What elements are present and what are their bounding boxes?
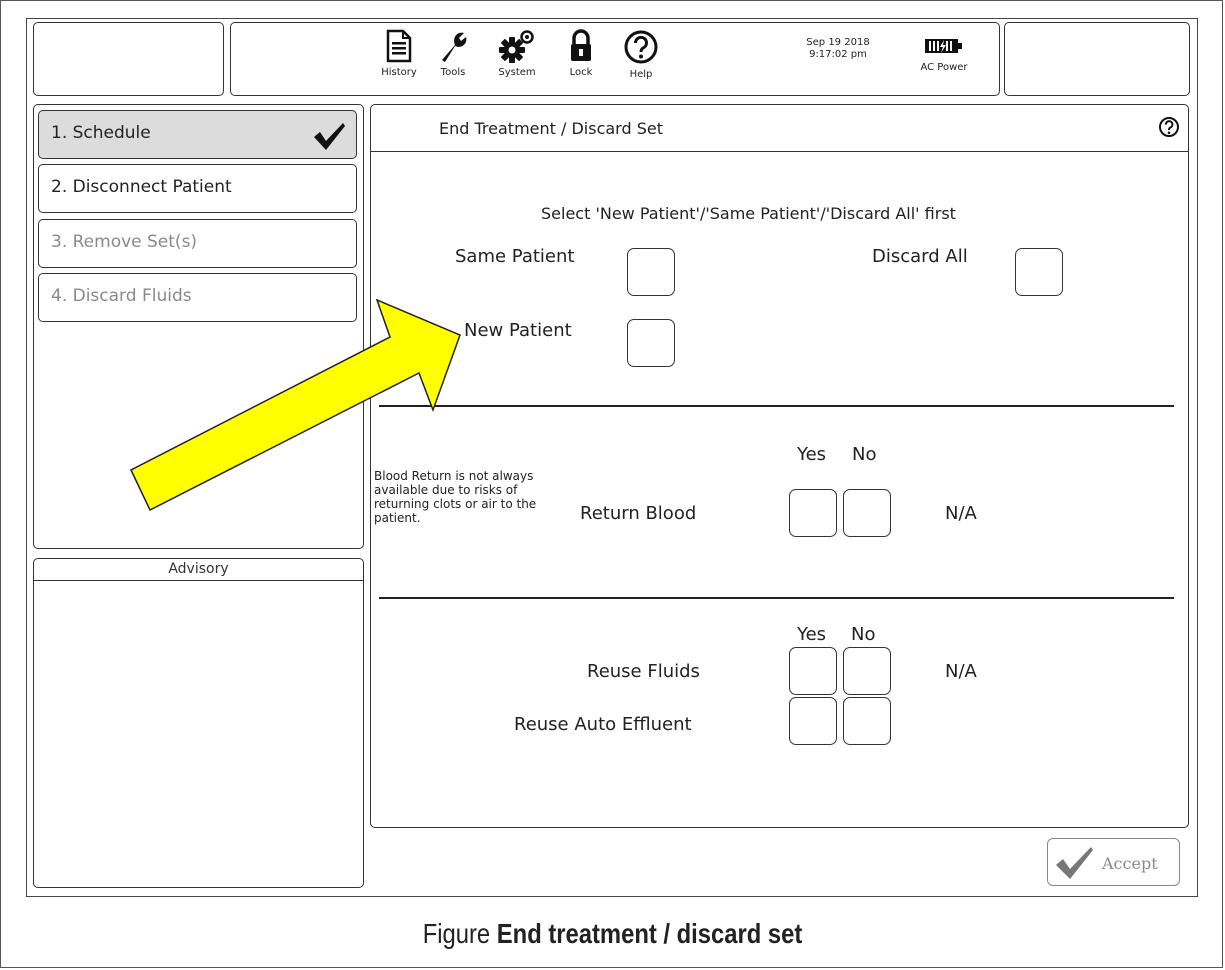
blood-no-label: No xyxy=(852,444,877,465)
fluids-yes-label: Yes xyxy=(797,624,827,645)
reuse-auto-effluent-no-checkbox[interactable] xyxy=(843,697,891,745)
reuse-auto-effluent-label: Reuse Auto Effluent xyxy=(514,714,692,735)
top-right-blank-panel xyxy=(1004,22,1190,96)
top-left-blank-panel xyxy=(33,22,224,96)
caption-title: End treatment / discard set xyxy=(496,918,803,949)
accept-button[interactable]: Accept xyxy=(1047,838,1180,886)
system-button[interactable]: System xyxy=(489,29,545,78)
section-divider-1 xyxy=(379,405,1174,407)
discard-all-label: Discard All xyxy=(872,246,968,267)
reuse-fluids-yes-checkbox[interactable] xyxy=(789,647,837,695)
gears-icon xyxy=(499,30,534,63)
step-remove-sets-label: 3. Remove Set(s) xyxy=(51,232,198,252)
battery-plug-icon xyxy=(925,39,962,53)
time-text: 9:17:02 pm xyxy=(809,49,867,60)
return-blood-na: N/A xyxy=(945,503,977,524)
new-patient-checkbox[interactable] xyxy=(627,319,675,367)
tools-button[interactable]: Tools xyxy=(425,29,481,78)
date-text: Sep 19 2018 xyxy=(806,37,870,48)
reuse-fluids-label: Reuse Fluids xyxy=(587,661,700,682)
page-title: End Treatment / Discard Set xyxy=(439,119,663,138)
step-discard-fluids-label: 4. Discard Fluids xyxy=(51,286,192,306)
figure-caption: Figure End treatment / discard set xyxy=(92,918,1133,950)
wrench-icon xyxy=(442,32,467,62)
toolbar: History Tools System Lock Help Sep 19 20… xyxy=(230,22,1000,96)
section-divider-2 xyxy=(379,597,1174,599)
help-label: Help xyxy=(629,69,653,80)
history-button[interactable]: History xyxy=(371,29,427,78)
power-label: AC Power xyxy=(920,62,968,73)
blood-yes-label: Yes xyxy=(797,444,827,465)
date-time: Sep 19 2018 9:17:02 pm xyxy=(803,37,873,61)
accept-label: Accept xyxy=(1102,854,1158,873)
blood-return-note: Blood Return is not always available due… xyxy=(374,469,537,525)
step-schedule-label: 1. Schedule xyxy=(51,123,151,143)
return-blood-yes-checkbox[interactable] xyxy=(789,489,837,537)
system-label: System xyxy=(498,67,536,78)
reuse-auto-effluent-yes-checkbox[interactable] xyxy=(789,697,837,745)
step-discard-fluids[interactable]: 4. Discard Fluids xyxy=(38,273,357,322)
step-remove-sets[interactable]: 3. Remove Set(s) xyxy=(38,219,357,268)
reuse-fluids-na: N/A xyxy=(945,661,977,682)
step-disconnect-patient-label: 2. Disconnect Patient xyxy=(51,177,232,197)
step-disconnect-patient[interactable]: 2. Disconnect Patient xyxy=(38,164,357,213)
checkmark-icon xyxy=(314,123,345,150)
lock-icon xyxy=(571,29,591,61)
advisory-title: Advisory xyxy=(34,559,363,581)
caption-prefix: Figure xyxy=(422,918,491,949)
new-patient-label: New Patient xyxy=(464,320,572,341)
tools-label: Tools xyxy=(440,67,466,78)
same-patient-label: Same Patient xyxy=(455,246,575,267)
same-patient-checkbox[interactable] xyxy=(627,248,675,296)
checkmark-icon xyxy=(1056,847,1093,879)
power-status: AC Power xyxy=(911,37,977,73)
lock-label: Lock xyxy=(569,67,593,78)
history-label: History xyxy=(381,67,417,78)
help-button[interactable]: Help xyxy=(613,29,669,80)
main-header: End Treatment / Discard Set xyxy=(371,105,1188,152)
return-blood-label: Return Blood xyxy=(580,503,697,524)
reuse-fluids-no-checkbox[interactable] xyxy=(843,647,891,695)
step-schedule[interactable]: 1. Schedule xyxy=(38,110,357,159)
discard-all-checkbox[interactable] xyxy=(1015,248,1063,296)
fluids-no-label: No xyxy=(851,624,876,645)
help-icon xyxy=(624,30,658,64)
return-blood-no-checkbox[interactable] xyxy=(843,489,891,537)
help-icon[interactable] xyxy=(1158,116,1180,138)
document-icon xyxy=(386,29,412,63)
instruction-text: Select 'New Patient'/'Same Patient'/'Dis… xyxy=(541,204,956,223)
advisory-panel: Advisory xyxy=(33,558,364,888)
lock-button[interactable]: Lock xyxy=(553,29,609,78)
